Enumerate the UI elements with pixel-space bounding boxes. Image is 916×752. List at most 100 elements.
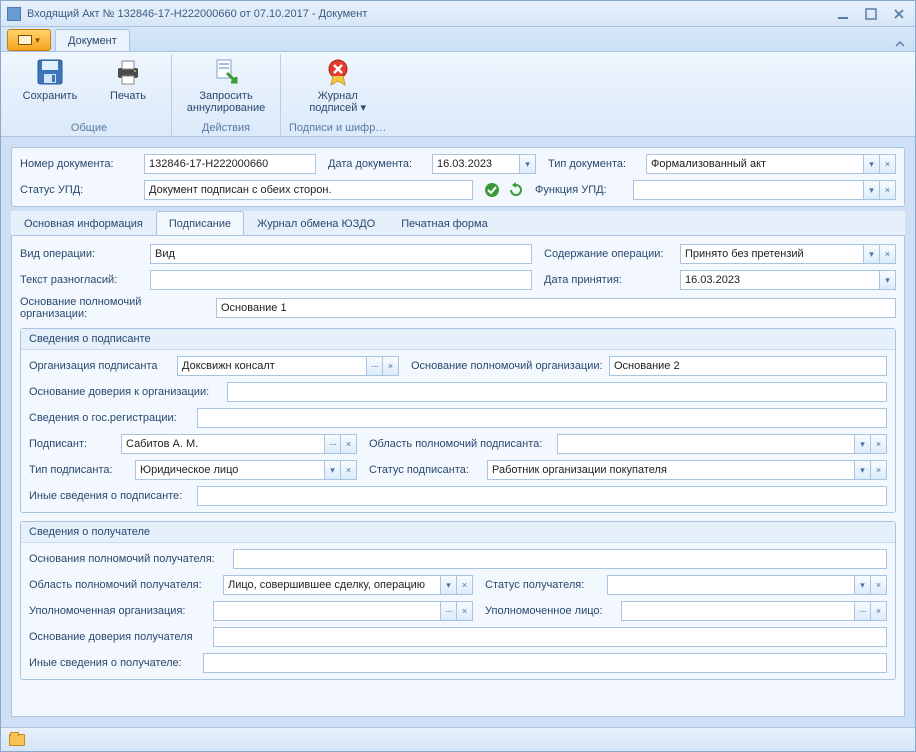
upd-status-field[interactable]: Документ подписан с обеих сторон. <box>144 180 473 200</box>
doc-date-dropdown[interactable]: ▾ <box>520 154 536 174</box>
ribbon-group-signatures-label: Подписи и шифр… <box>289 120 386 136</box>
signer-auth-basis-field[interactable]: Основание 2 <box>609 356 887 376</box>
close-button[interactable] <box>889 6 909 22</box>
recip-other-field[interactable] <box>203 653 887 673</box>
maximize-button[interactable] <box>861 6 881 22</box>
ribbon-group-common-label: Общие <box>71 120 107 136</box>
signer-auth-area-clear[interactable]: × <box>871 434 887 454</box>
signer-status-dropdown[interactable]: ▾ <box>855 460 871 480</box>
signer-auth-area-dropdown[interactable]: ▾ <box>855 434 871 454</box>
doc-type-field[interactable]: Формализованный акт <box>646 154 864 174</box>
request-cancellation-button[interactable]: Запроситьаннулирование <box>180 56 272 114</box>
op-kind-field[interactable]: Вид <box>150 244 532 264</box>
upd-func-field[interactable] <box>633 180 864 200</box>
chevron-down-icon: ▾ <box>361 102 367 114</box>
recipient-group: Сведения о получателе Основания полномоч… <box>20 521 896 680</box>
signer-field[interactable]: Сабитов А. М. <box>121 434 325 454</box>
recip-person-clear[interactable]: × <box>871 601 887 621</box>
printer-icon <box>112 56 144 88</box>
upd-func-dropdown[interactable]: ▾ <box>864 180 880 200</box>
app-icon <box>7 7 21 21</box>
recip-trust-field[interactable] <box>213 627 887 647</box>
dis-text-field[interactable] <box>150 270 532 290</box>
content-area: Номер документа: 132846-17-H222000660 Да… <box>1 137 915 727</box>
recip-status-dropdown[interactable]: ▾ <box>855 575 871 595</box>
doc-number-field[interactable]: 132846-17-H222000660 <box>144 154 316 174</box>
upd-status-label: Статус УПД: <box>20 184 138 196</box>
signer-browse[interactable]: ··· <box>325 434 341 454</box>
recip-auth-basis-label: Основания полномочий получателя: <box>29 553 227 565</box>
recip-org-field[interactable] <box>213 601 441 621</box>
gov-reg-field[interactable] <box>197 408 887 428</box>
recip-status-field[interactable] <box>607 575 855 595</box>
print-label: Печать <box>110 90 146 102</box>
recip-org-clear[interactable]: × <box>457 601 473 621</box>
doc-date-field[interactable]: 16.03.2023 <box>432 154 520 174</box>
app-menu-icon <box>18 35 32 45</box>
tabpanel-signing: Вид операции: Вид Содержание операции: П… <box>11 236 905 717</box>
folder-icon[interactable] <box>9 734 25 746</box>
refresh-icon[interactable] <box>507 181 525 199</box>
recip-person-field[interactable] <box>621 601 855 621</box>
recip-org-browse[interactable]: ··· <box>441 601 457 621</box>
signer-clear[interactable]: × <box>341 434 357 454</box>
signer-status-field[interactable]: Работник организации покупателя <box>487 460 855 480</box>
trust-basis-label: Основание доверия к организации: <box>29 386 221 398</box>
tab-signing[interactable]: Подписание <box>156 211 244 235</box>
accept-date-field[interactable]: 16.03.2023 <box>680 270 880 290</box>
signer-org-browse[interactable]: ··· <box>367 356 383 376</box>
recip-auth-area-field[interactable]: Лицо, совершившее сделку, операцию <box>223 575 441 595</box>
save-button[interactable]: Сохранить <box>15 56 85 102</box>
ribbon-group-common: Сохранить Печать Общие <box>7 54 172 136</box>
op-content-label: Содержание операции: <box>544 248 674 260</box>
op-content-clear[interactable]: × <box>880 244 896 264</box>
signature-journal-button[interactable]: Журналподписей ▾ <box>303 56 373 114</box>
minimize-button[interactable] <box>833 6 853 22</box>
accept-date-dropdown[interactable]: ▾ <box>880 270 896 290</box>
org-auth-basis-field[interactable]: Основание 1 <box>216 298 896 318</box>
doc-type-clear[interactable]: × <box>880 154 896 174</box>
app-menu-button[interactable]: ▾ <box>7 29 51 51</box>
upd-func-clear[interactable]: × <box>880 180 896 200</box>
recip-auth-area-dropdown[interactable]: ▾ <box>441 575 457 595</box>
recip-status-clear[interactable]: × <box>871 575 887 595</box>
doc-type-dropdown[interactable]: ▾ <box>864 154 880 174</box>
signer-other-field[interactable] <box>197 486 887 506</box>
app-window: Входящий Акт № 132846-17-H222000660 от 0… <box>0 0 916 752</box>
signer-auth-basis-label: Основание полномочий организации: <box>411 360 603 372</box>
ribbon-collapse-button[interactable] <box>893 37 907 51</box>
signer-org-field[interactable]: Доксвижн консалт <box>177 356 367 376</box>
signer-auth-area-field[interactable] <box>557 434 855 454</box>
op-content-field[interactable]: Принято без претензий <box>680 244 864 264</box>
ribbon-tab-document[interactable]: Документ <box>55 29 130 51</box>
op-kind-label: Вид операции: <box>20 248 144 260</box>
recip-person-label: Уполномоченное лицо: <box>485 605 615 617</box>
tab-main-info[interactable]: Основная информация <box>11 211 156 235</box>
signer-type-clear[interactable]: × <box>341 460 357 480</box>
ribbon-group-actions: Запроситьаннулирование Действия <box>172 54 281 136</box>
recip-auth-area-label: Область полномочий получателя: <box>29 579 217 591</box>
signer-type-label: Тип подписанта: <box>29 464 129 476</box>
dis-text-label: Текст разногласий: <box>20 274 144 286</box>
signer-label: Подписант: <box>29 438 115 450</box>
recip-auth-area-clear[interactable]: × <box>457 575 473 595</box>
ribbon-tabs: ▾ Документ <box>1 27 915 51</box>
op-content-dropdown[interactable]: ▾ <box>864 244 880 264</box>
request-cancellation-icon <box>210 56 242 88</box>
recip-person-browse[interactable]: ··· <box>855 601 871 621</box>
tab-print-form[interactable]: Печатная форма <box>388 211 500 235</box>
recip-auth-basis-field[interactable] <box>233 549 887 569</box>
signer-status-label: Статус подписанта: <box>369 464 481 476</box>
signer-status-clear[interactable]: × <box>871 460 887 480</box>
status-check-icon <box>483 181 501 199</box>
signer-org-clear[interactable]: × <box>383 356 399 376</box>
print-button[interactable]: Печать <box>93 56 163 102</box>
header-panel: Номер документа: 132846-17-H222000660 Да… <box>11 147 905 207</box>
signer-type-field[interactable]: Юридическое лицо <box>135 460 325 480</box>
rosette-cancel-icon <box>322 56 354 88</box>
tab-exchange-journal[interactable]: Журнал обмена ЮЗДО <box>244 211 388 235</box>
trust-basis-field[interactable] <box>227 382 887 402</box>
doc-type-label: Тип документа: <box>548 158 640 170</box>
signer-type-dropdown[interactable]: ▾ <box>325 460 341 480</box>
recip-status-label: Статус получателя: <box>485 579 601 591</box>
